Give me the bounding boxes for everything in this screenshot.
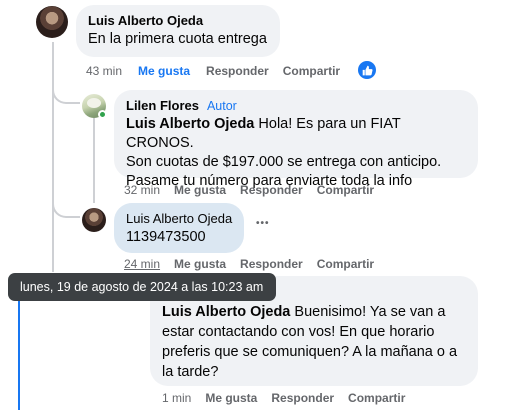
like-button[interactable]: Me gusta [174, 183, 226, 197]
avatar[interactable] [82, 208, 106, 232]
comment-bubble: Luis Alberto Ojeda En la primera cuota e… [76, 5, 280, 57]
thread-line-main [52, 42, 54, 272]
online-status-dot [98, 110, 107, 119]
thread-connector [52, 200, 80, 218]
reply-button[interactable]: Responder [240, 183, 303, 197]
more-options-icon[interactable]: ••• [256, 218, 270, 229]
share-button[interactable]: Compartir [348, 391, 405, 405]
comment-bubble: Lilen Flores Autor Luis Alberto Ojeda Ho… [114, 90, 478, 189]
comment-author[interactable]: Luis Alberto Ojeda [88, 13, 268, 28]
comment-timestamp[interactable]: 24 min [124, 257, 160, 271]
comment-author[interactable]: Lilen Flores [126, 98, 199, 113]
reply-button[interactable]: Responder [271, 391, 334, 405]
comment-text-line: la tarde? [162, 364, 219, 380]
reply-button[interactable]: Responder [206, 64, 269, 78]
like-button[interactable]: Me gusta [138, 64, 190, 78]
comment-text: 1139473500 [126, 229, 206, 245]
reply-button[interactable]: Responder [240, 257, 303, 271]
comment-actions: 32 min Me gusta Responder Compartir [124, 183, 387, 197]
comment-text: Luis Alberto Ojeda Buenisimo! Ya se van … [162, 302, 466, 382]
comment-author[interactable]: Luis Alberto Ojeda [126, 211, 232, 226]
comment-timestamp[interactable]: 1 min [162, 391, 191, 405]
comment-actions: 43 min Me gusta Responder Compartir [86, 64, 353, 78]
mention-link[interactable]: Luis Alberto Ojeda [126, 116, 254, 132]
comment-timestamp[interactable]: 32 min [124, 183, 160, 197]
comment-text-line: Buenisimo! Ya se van a [290, 304, 446, 320]
comment-text-line: estar contactando con vos! En que horari… [162, 324, 435, 340]
like-button[interactable]: Me gusta [205, 391, 257, 405]
comment-bubble: Luis Alberto Ojeda 1139473500 [114, 203, 244, 253]
comment-text: En la primera cuota entrega [88, 31, 267, 47]
timestamp-tooltip: lunes, 19 de agosto de 2024 a las 10:23 … [8, 273, 276, 301]
comment-text-line: Son cuotas de $197.000 se entrega con an… [126, 154, 442, 170]
thread-connector [52, 86, 80, 104]
thumbs-up-icon[interactable] [358, 61, 376, 79]
avatar[interactable] [36, 6, 68, 38]
author-badge: Autor [206, 99, 237, 113]
comment-actions: 24 min Me gusta Responder Compartir [124, 257, 387, 271]
share-button[interactable]: Compartir [317, 183, 374, 197]
like-button[interactable]: Me gusta [174, 257, 226, 271]
share-button[interactable]: Compartir [283, 64, 340, 78]
thread-line-nested [93, 118, 95, 203]
mention-link[interactable]: Luis Alberto Ojeda [162, 304, 290, 320]
comment-timestamp[interactable]: 43 min [86, 64, 122, 78]
share-button[interactable]: Compartir [317, 257, 374, 271]
comment-text: Luis Alberto Ojeda Hola! Es para un FIAT… [126, 115, 466, 191]
comment-actions: 1 min Me gusta Responder Compartir [162, 391, 418, 405]
scroll-edge [18, 282, 20, 410]
comment-text-line: preferis que se comuniquen? A la mañana … [162, 344, 458, 360]
